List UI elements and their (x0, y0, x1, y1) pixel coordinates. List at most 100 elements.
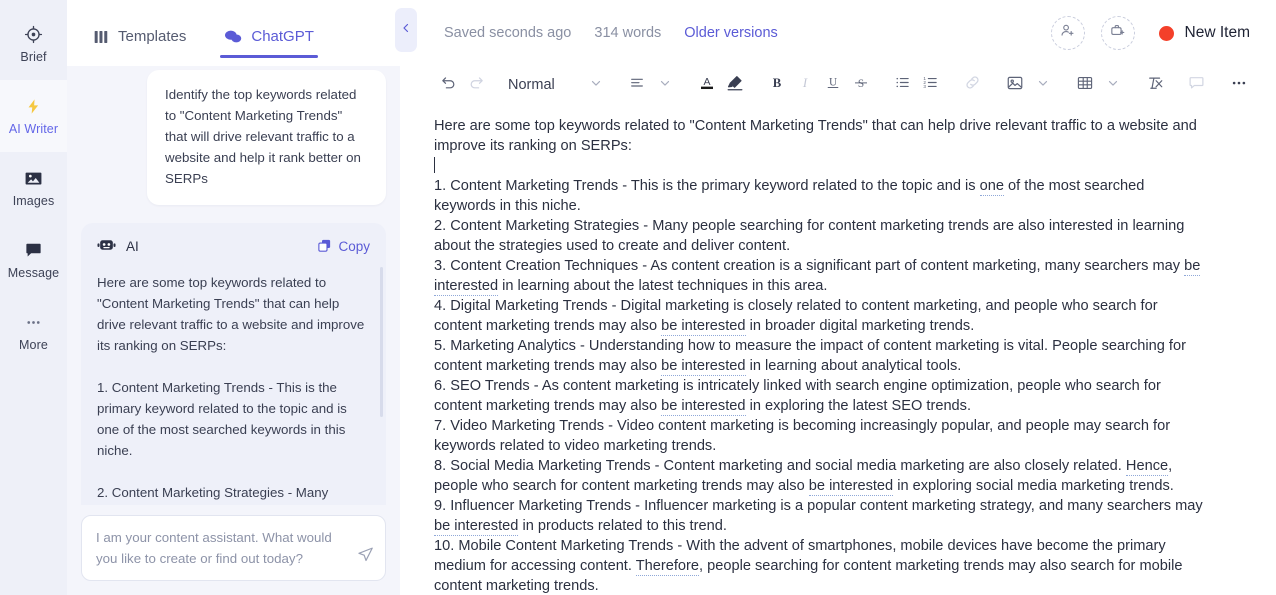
bullet-list-button[interactable] (889, 70, 917, 100)
image-dropdown[interactable] (1029, 70, 1057, 100)
rail-item-message[interactable]: Message (0, 224, 67, 296)
grammar-suggestion[interactable]: be interested (434, 518, 519, 536)
strikethrough-button[interactable]: S (847, 70, 875, 100)
send-icon[interactable] (357, 546, 374, 569)
ai-author-label: AI (126, 239, 139, 254)
rail-item-images[interactable]: Images (0, 152, 67, 224)
ai-paragraph: Here are some top keywords related to "C… (97, 275, 365, 353)
more-options-button[interactable] (1225, 70, 1253, 100)
ellipsis-icon (1230, 74, 1248, 97)
robot-icon (97, 237, 116, 256)
redo-icon (468, 74, 485, 96)
underline-button[interactable]: U (819, 70, 847, 100)
tab-label: Templates (118, 28, 187, 45)
grammar-suggestion[interactable]: be interested (661, 398, 746, 416)
chevron-down-icon (658, 76, 672, 95)
doc-item: 7. Video Marketing Trends - Video conten… (434, 416, 1206, 456)
text-color-icon: A (698, 73, 716, 97)
ai-card-scrollbar[interactable] (380, 267, 383, 417)
svg-text:S: S (858, 77, 864, 89)
new-item-button[interactable]: New Item (1158, 24, 1250, 42)
grammar-suggestion[interactable]: be interested (661, 358, 746, 376)
link-button[interactable] (959, 70, 987, 100)
doc-item: 2. Content Marketing Strategies - Many p… (434, 216, 1206, 256)
doc-item-text: 9. Influencer Marketing Trends - Influen… (434, 498, 1203, 514)
clear-format-button[interactable] (1141, 70, 1169, 100)
highlight-button[interactable] (721, 70, 749, 100)
svg-text:B: B (772, 76, 781, 90)
add-briefcase-icon (1109, 22, 1126, 44)
align-dropdown[interactable] (651, 70, 679, 100)
undo-button[interactable] (434, 70, 462, 100)
text-color-button[interactable]: A (693, 70, 721, 100)
doc-item-text: in learning about analytical tools. (745, 358, 962, 374)
assistant-panel: Templates ChatGPT Identify the top keywo… (67, 0, 400, 595)
chevron-down-icon (1106, 76, 1120, 95)
chat-input-placeholder: I am your content assistant. What would … (96, 530, 332, 566)
italic-icon: I (796, 74, 814, 97)
redo-button[interactable] (462, 70, 490, 100)
rail-item-ai-writer[interactable]: AI Writer (0, 80, 67, 152)
doc-item-text: 1. Content Marketing Trends - This is th… (434, 178, 980, 194)
word-count: 314 words (594, 25, 662, 41)
copy-button[interactable]: Copy (317, 238, 370, 256)
svg-text:A: A (703, 76, 710, 88)
chat-input[interactable]: I am your content assistant. What would … (81, 515, 386, 581)
image-icon (24, 169, 43, 189)
numbered-list-button[interactable]: 1 2 3 (917, 70, 945, 100)
undo-icon (440, 74, 457, 96)
tab-chatgpt[interactable]: ChatGPT (220, 28, 318, 58)
ai-author: AI (97, 237, 139, 256)
tab-templates[interactable]: Templates (93, 28, 186, 58)
document-editor[interactable]: Here are some top keywords related to "C… (400, 104, 1276, 595)
new-item-label: New Item (1184, 24, 1250, 41)
document-meta: Saved seconds ago 314 words Older versio… (414, 25, 778, 41)
rail-item-label: More (19, 337, 48, 352)
copy-label: Copy (338, 239, 370, 254)
message-icon (24, 241, 43, 261)
editor-toolbar: Normal A B I U S 1 2 3 (400, 66, 1276, 104)
doc-item: 4. Digital Marketing Trends - Digital ma… (434, 296, 1206, 336)
italic-button[interactable]: I (791, 70, 819, 100)
doc-item-text: 7. Video Marketing Trends - Video conten… (434, 418, 1171, 454)
app-root: Brief AI Writer Images Message More Temp… (0, 0, 1276, 595)
rail-item-brief[interactable]: Brief (0, 8, 67, 80)
doc-item: 1. Content Marketing Trends - This is th… (434, 176, 1206, 216)
chat-thread[interactable]: Identify the top keywords related to "Co… (67, 66, 400, 505)
doc-item-text: 3. Content Creation Techniques - As cont… (434, 258, 1185, 274)
insert-image-button[interactable] (1001, 70, 1029, 100)
add-person-icon (1059, 22, 1076, 44)
insert-table-button[interactable] (1071, 70, 1099, 100)
align-left-icon (629, 75, 645, 96)
left-nav-rail: Brief AI Writer Images Message More (0, 0, 67, 595)
doc-item: 9. Influencer Marketing Trends - Influen… (434, 496, 1206, 536)
rail-item-more[interactable]: More (0, 296, 67, 368)
grammar-suggestion[interactable]: one (979, 178, 1004, 196)
rail-item-label: Brief (20, 49, 47, 64)
svg-text:U: U (829, 77, 837, 89)
bold-button[interactable]: B (763, 70, 791, 100)
editor-panel: Saved seconds ago 314 words Older versio… (400, 0, 1276, 595)
doc-intro-paragraph: Here are some top keywords related to "C… (434, 118, 1197, 154)
chevron-left-icon (400, 21, 412, 39)
align-button[interactable] (623, 70, 651, 100)
link-icon (964, 74, 981, 96)
collapse-panel-button[interactable] (395, 8, 417, 52)
table-dropdown[interactable] (1099, 70, 1127, 100)
grammar-suggestion[interactable]: Hence (1125, 458, 1169, 476)
older-versions-link[interactable]: Older versions (684, 25, 777, 41)
target-icon (24, 25, 43, 45)
paragraph-style-dropdown[interactable]: Normal (490, 76, 609, 94)
paragraph-style-label: Normal (508, 77, 555, 93)
grammar-suggestion[interactable]: be interested (808, 478, 894, 496)
grammar-suggestion[interactable]: Therefore (635, 558, 699, 576)
doc-item-text: 8. Social Media Marketing Trends - Conte… (434, 458, 1126, 474)
add-briefcase-button[interactable] (1100, 16, 1135, 50)
grammar-suggestion[interactable]: be interested (661, 318, 746, 336)
doc-item-text: in products related to this trend. (518, 518, 727, 534)
comment-button[interactable] (1183, 70, 1211, 100)
doc-item-text: 2. Content Marketing Strategies - Many p… (434, 218, 1185, 254)
bullet-list-icon (894, 74, 911, 96)
header-actions: New Item (1050, 16, 1254, 50)
add-person-button[interactable] (1050, 16, 1085, 50)
